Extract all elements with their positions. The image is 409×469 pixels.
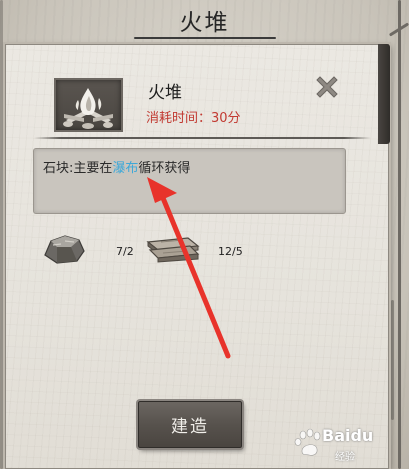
header-divider [34, 137, 371, 139]
watermark-subtitle: 经验 [335, 452, 355, 463]
location-link[interactable]: 瀑布 [112, 161, 138, 176]
title-underline [134, 37, 276, 39]
close-icon[interactable] [312, 72, 342, 102]
wood-count: 12/5 [218, 245, 243, 258]
item-name: 火堆 [148, 83, 182, 103]
campfire-icon [54, 78, 123, 132]
stone-count: 7/2 [116, 245, 134, 258]
description-suffix: 循环获得 [138, 161, 191, 176]
background-stroke [391, 300, 394, 420]
description-text: 石块:主要在瀑布循环获得 [43, 157, 190, 176]
build-button[interactable]: 建造 [138, 401, 242, 448]
stone-icon [41, 233, 87, 269]
wood-planks-icon [145, 234, 201, 268]
build-time-label: 消耗时间：30分 [146, 111, 241, 126]
panel-edge-decoration [378, 44, 390, 144]
description-prefix: 石块:主要在 [43, 161, 113, 176]
screen-title: 火堆 [179, 10, 230, 36]
background-stroke [398, 0, 401, 469]
watermark-brand: Baidu [322, 426, 374, 445]
background-stroke [0, 0, 3, 469]
